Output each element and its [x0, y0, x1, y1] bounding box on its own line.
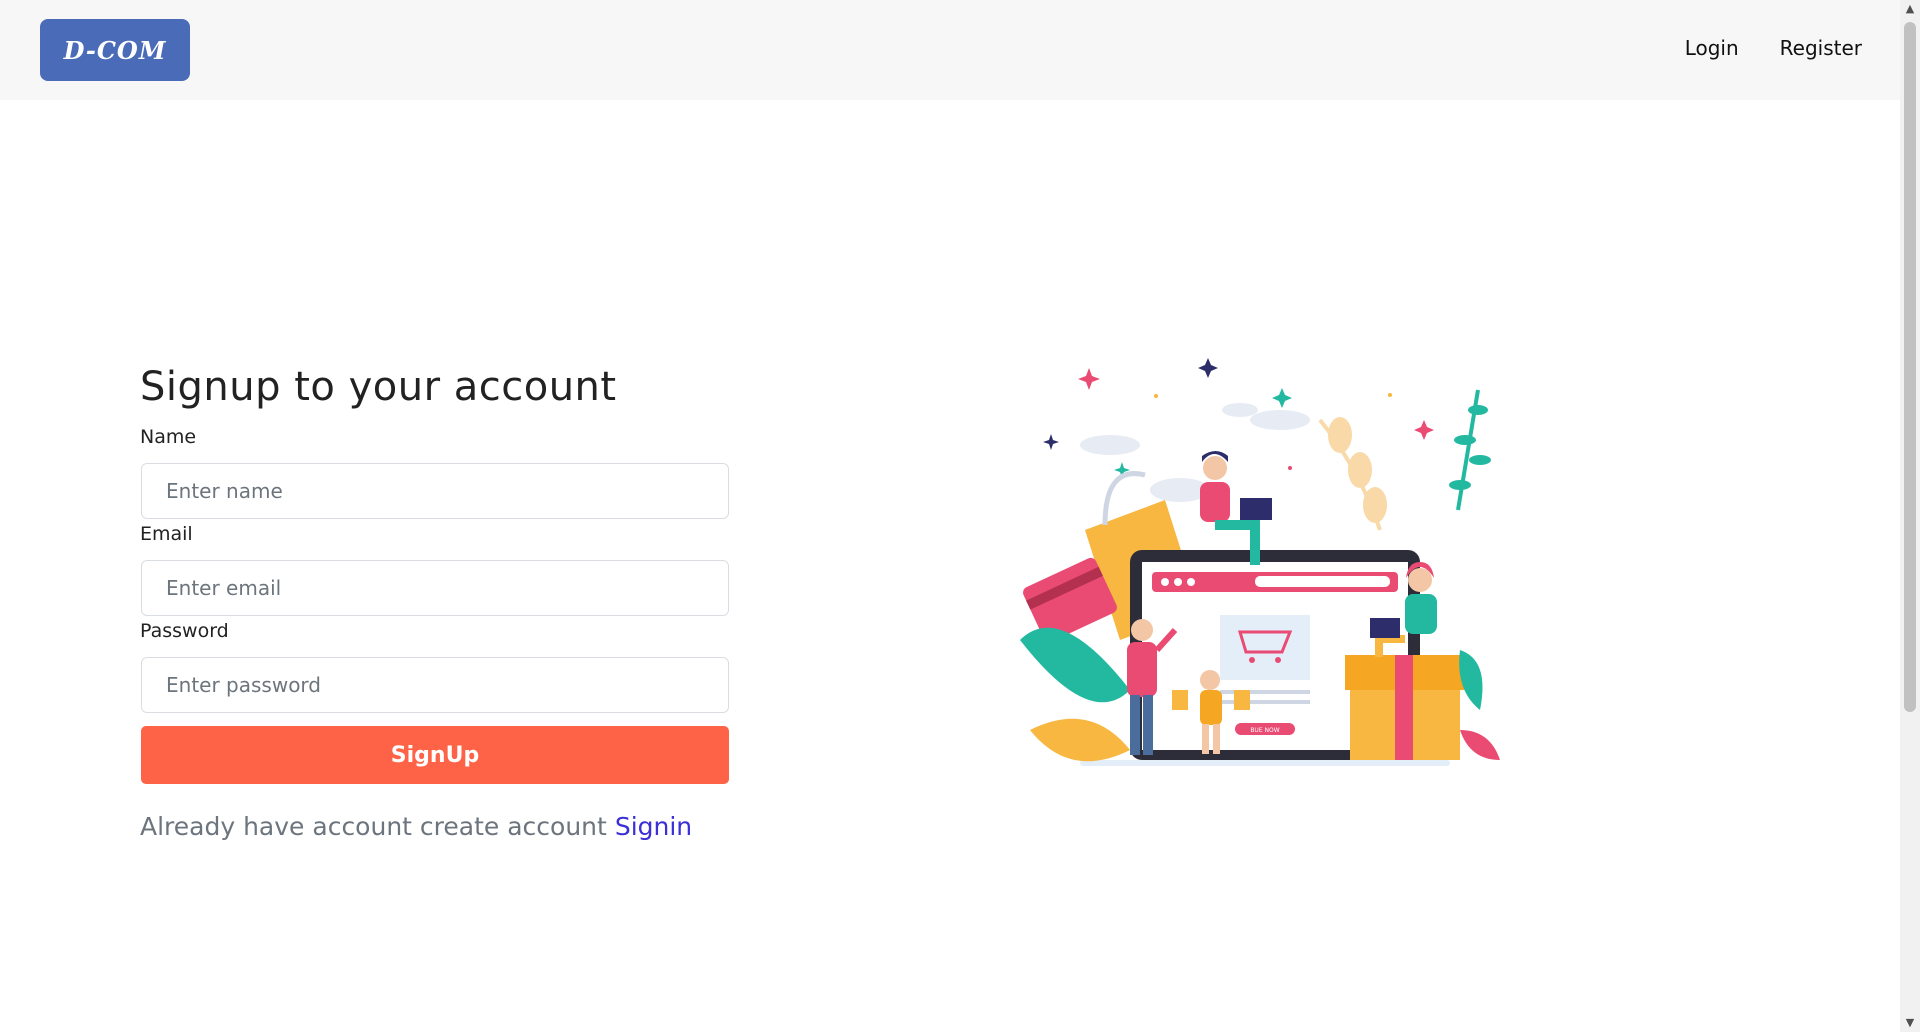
gift-box-decoration: [1345, 650, 1500, 760]
brand-logo[interactable]: D-COM: [40, 19, 190, 81]
top-navbar: D-COM Login Register: [0, 0, 1900, 100]
email-input[interactable]: [141, 560, 729, 616]
scrollbar-thumb[interactable]: [1904, 22, 1916, 712]
page-title: Signup to your account: [140, 364, 617, 410]
scroll-up-icon[interactable]: ▲: [1904, 2, 1916, 16]
signin-prompt-text: Already have account create account: [140, 812, 607, 841]
plant-decoration: [1318, 389, 1491, 531]
buy-now-banner: BUE NOW: [1250, 727, 1279, 734]
name-label: Name: [140, 426, 197, 448]
nav-login-link[interactable]: Login: [1685, 36, 1739, 60]
person-with-laptop-top: [1200, 451, 1272, 565]
password-label: Password: [140, 620, 229, 642]
page-scrollbar[interactable]: ▲ ▼: [1900, 0, 1920, 1032]
nav-links: Login Register: [1685, 36, 1862, 60]
signup-button[interactable]: SignUp: [141, 726, 729, 784]
name-input[interactable]: [141, 463, 729, 519]
nav-register-link[interactable]: Register: [1780, 36, 1862, 60]
signin-link[interactable]: Signin: [615, 812, 692, 841]
sparkle-decorations: [1043, 358, 1434, 478]
password-input[interactable]: [141, 657, 729, 713]
signin-prompt: Already have account create account Signi…: [140, 812, 692, 841]
email-label: Email: [140, 523, 193, 545]
leaf-decoration: [1020, 627, 1130, 762]
scroll-down-icon[interactable]: ▼: [1904, 1016, 1916, 1030]
shopping-illustration: BUE NOW: [1020, 358, 1500, 766]
